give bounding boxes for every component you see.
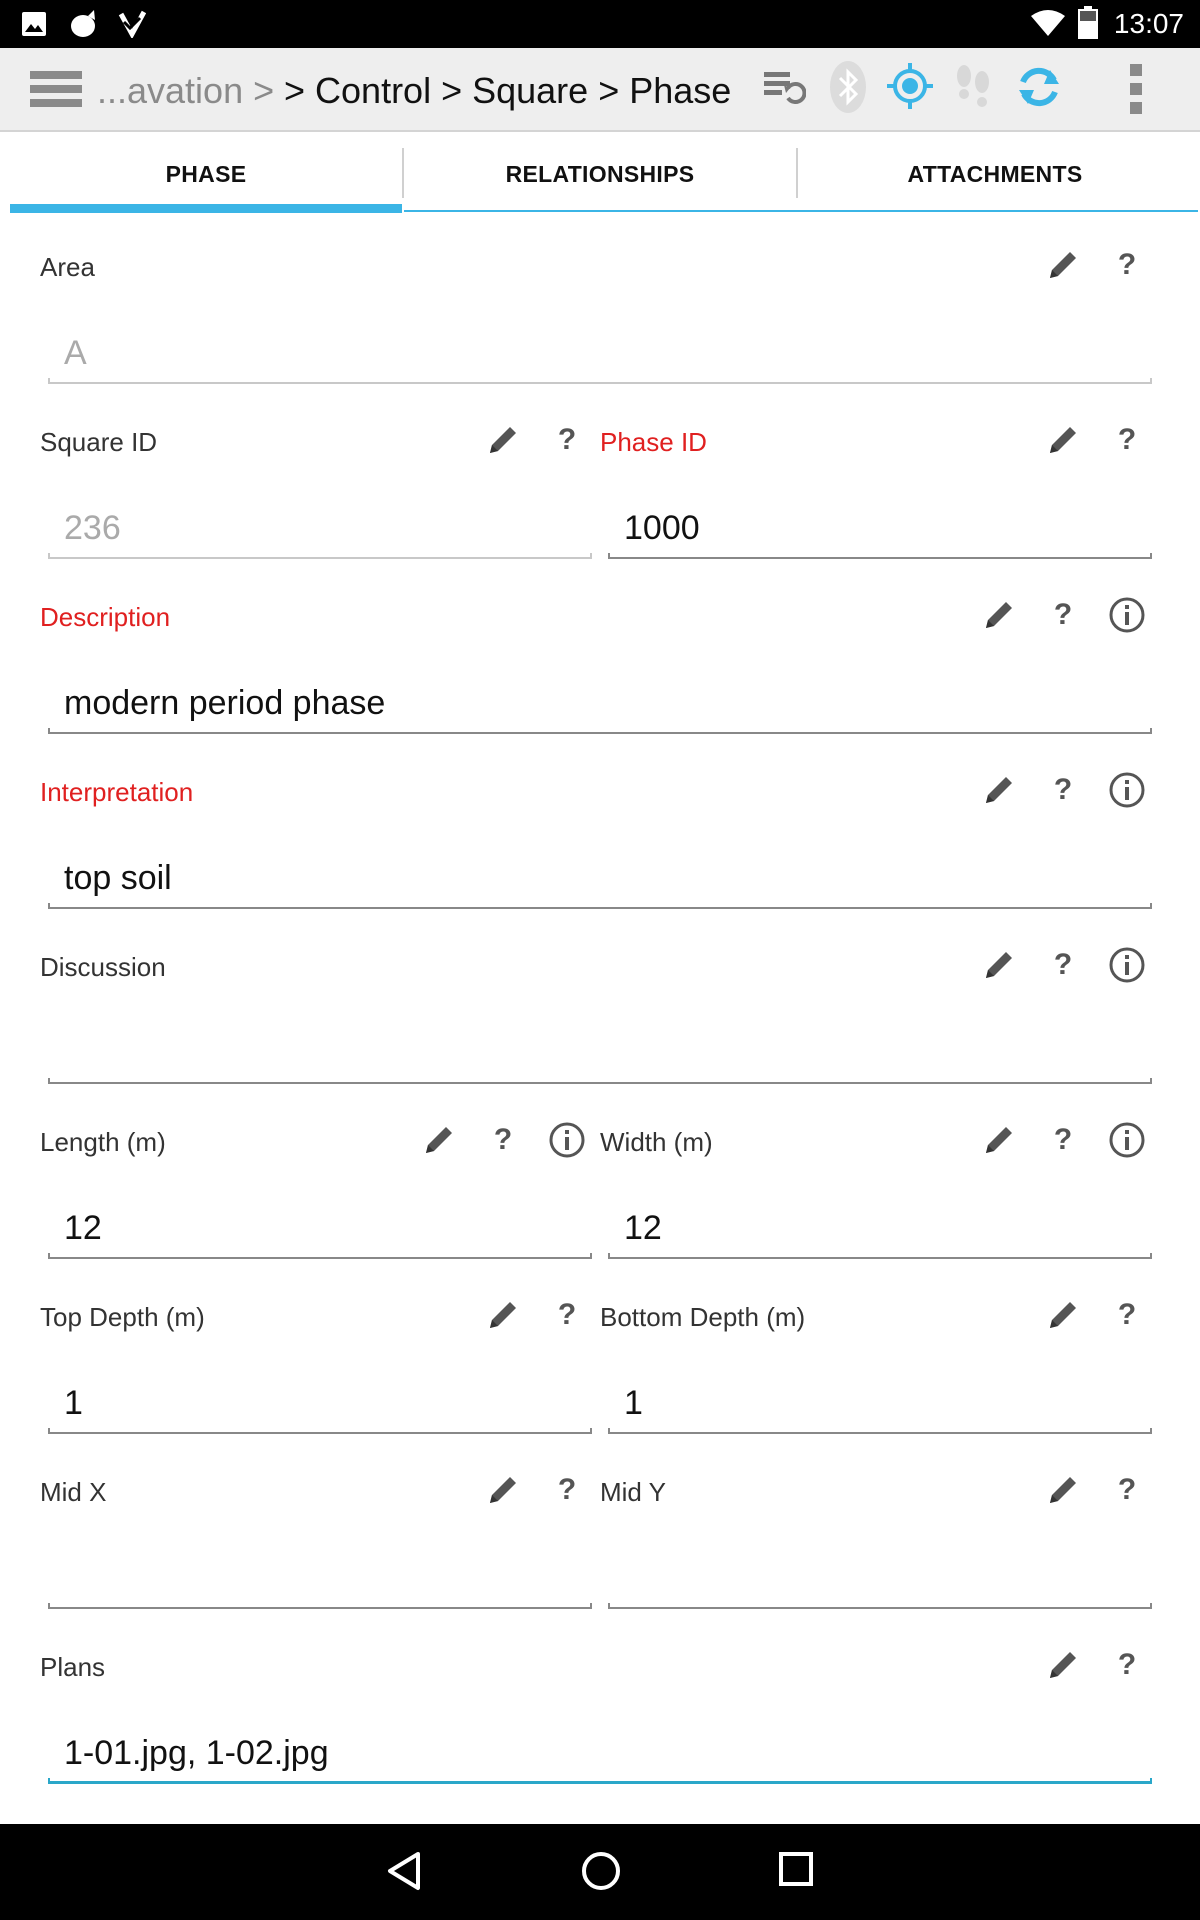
top-depth-label: Top Depth (m) (40, 1302, 205, 1332)
pencil-icon[interactable] (982, 598, 1016, 637)
description-underline (48, 728, 1152, 734)
area-label: Area (40, 252, 95, 282)
tab-label: ATTACHMENTS (907, 161, 1083, 187)
overflow-menu-icon[interactable] (1126, 64, 1146, 119)
interpretation-field[interactable]: top soil (64, 859, 172, 898)
bottom-depth-field[interactable]: 1 (624, 1384, 643, 1423)
help-icon[interactable]: ? (1112, 1298, 1142, 1332)
area-field[interactable]: A (64, 334, 87, 373)
help-icon[interactable]: ? (552, 423, 582, 457)
pencil-icon[interactable] (486, 1473, 520, 1512)
width-field[interactable]: 12 (624, 1209, 662, 1248)
mid-y-underline (608, 1603, 1152, 1609)
help-icon[interactable]: ? (1112, 423, 1142, 457)
length-field[interactable]: 12 (64, 1209, 102, 1248)
bluetooth-icon[interactable] (828, 60, 868, 119)
bottom-depth-underline (608, 1428, 1152, 1434)
pencil-icon[interactable] (1046, 1648, 1080, 1687)
help-icon[interactable]: ? (1112, 1473, 1142, 1507)
top-depth-field[interactable]: 1 (64, 1384, 83, 1423)
help-icon[interactable]: ? (1048, 1123, 1078, 1157)
width-label: Width (m) (600, 1127, 713, 1157)
length-underline (48, 1253, 592, 1259)
pencil-icon[interactable] (1046, 1473, 1080, 1512)
tab-baseline (404, 210, 1198, 212)
pencil-icon[interactable] (982, 948, 1016, 987)
clock: 13:07 (1113, 8, 1184, 39)
tab-relationships[interactable]: RELATIONSHIPS (404, 148, 796, 214)
area-underline (48, 378, 1152, 384)
info-icon[interactable] (1108, 771, 1146, 814)
download-check-icon (118, 10, 147, 43)
square-id-field[interactable]: 236 (64, 509, 121, 548)
help-icon[interactable]: ? (1112, 248, 1142, 282)
pencil-icon[interactable] (422, 1123, 456, 1162)
top-depth-underline (48, 1428, 592, 1434)
plans-label: Plans (40, 1652, 106, 1682)
info-icon[interactable] (1108, 596, 1146, 639)
sync-icon[interactable] (1014, 62, 1064, 117)
discussion-underline (48, 1078, 1152, 1084)
home-icon[interactable] (580, 1850, 622, 1897)
image-icon (20, 10, 48, 43)
pencil-icon[interactable] (982, 1123, 1016, 1162)
mid-x-underline (48, 1603, 592, 1609)
phase-id-field[interactable]: 1000 (624, 509, 700, 548)
active-tab-indicator (10, 204, 402, 213)
help-icon[interactable]: ? (552, 1473, 582, 1507)
square-id-label: Square ID (40, 427, 158, 457)
pencil-icon[interactable] (1046, 423, 1080, 462)
gps-icon[interactable] (886, 62, 934, 115)
interpretation-underline (48, 903, 1152, 909)
cat-icon (68, 10, 100, 43)
description-field[interactable]: modern period phase (64, 684, 385, 723)
tracking-footsteps-icon[interactable] (952, 64, 996, 115)
width-underline (608, 1253, 1152, 1259)
plans-field[interactable]: 1-01.jpg, 1-02.jpg (64, 1734, 329, 1773)
info-icon[interactable] (548, 1121, 586, 1164)
help-icon[interactable]: ? (552, 1298, 582, 1332)
mid-x-label: Mid X (40, 1477, 107, 1507)
breadcrumb: > Control > Square > Phase (284, 70, 732, 111)
phase-id-underline (608, 553, 1152, 559)
back-icon[interactable] (384, 1850, 424, 1897)
help-icon[interactable]: ? (1112, 1648, 1142, 1682)
description-label: Description (40, 602, 171, 632)
phase-id-label: Phase ID (600, 427, 707, 457)
tab-bar: PHASE RELATIONSHIPS ATTACHMENTS (10, 148, 1198, 214)
help-icon[interactable]: ? (1048, 948, 1078, 982)
help-icon[interactable]: ? (1048, 598, 1078, 632)
pencil-icon[interactable] (486, 423, 520, 462)
navigation-bar (0, 1824, 1200, 1920)
plans-underline (48, 1778, 1152, 1784)
mid-y-label: Mid Y (600, 1477, 666, 1507)
sync-settings-icon[interactable] (762, 68, 807, 113)
wifi-icon (1030, 8, 1066, 43)
info-icon[interactable] (1108, 1121, 1146, 1164)
tab-attachments[interactable]: ATTACHMENTS (798, 148, 1192, 214)
interpretation-label: Interpretation (40, 777, 194, 807)
pencil-icon[interactable] (1046, 1298, 1080, 1337)
length-label: Length (m) (40, 1127, 166, 1157)
tab-label: PHASE (165, 161, 247, 187)
action-bar: ...avation > > Control > Square > Phase (0, 48, 1200, 132)
battery-icon (1077, 6, 1099, 45)
info-icon[interactable] (1108, 946, 1146, 989)
status-bar: 13:07 (0, 0, 1200, 48)
discussion-label: Discussion (40, 952, 166, 982)
tab-label: RELATIONSHIPS (505, 161, 695, 187)
pencil-icon[interactable] (486, 1298, 520, 1337)
help-icon[interactable]: ? (1048, 773, 1078, 807)
pencil-icon[interactable] (1046, 248, 1080, 287)
bottom-depth-label: Bottom Depth (m) (600, 1302, 806, 1332)
help-icon[interactable]: ? (488, 1123, 518, 1157)
menu-icon[interactable] (30, 69, 82, 114)
breadcrumb-truncated[interactable]: ...avation > (97, 70, 274, 112)
square-id-underline (48, 553, 592, 559)
recents-icon[interactable] (778, 1850, 814, 1893)
pencil-icon[interactable] (982, 773, 1016, 812)
